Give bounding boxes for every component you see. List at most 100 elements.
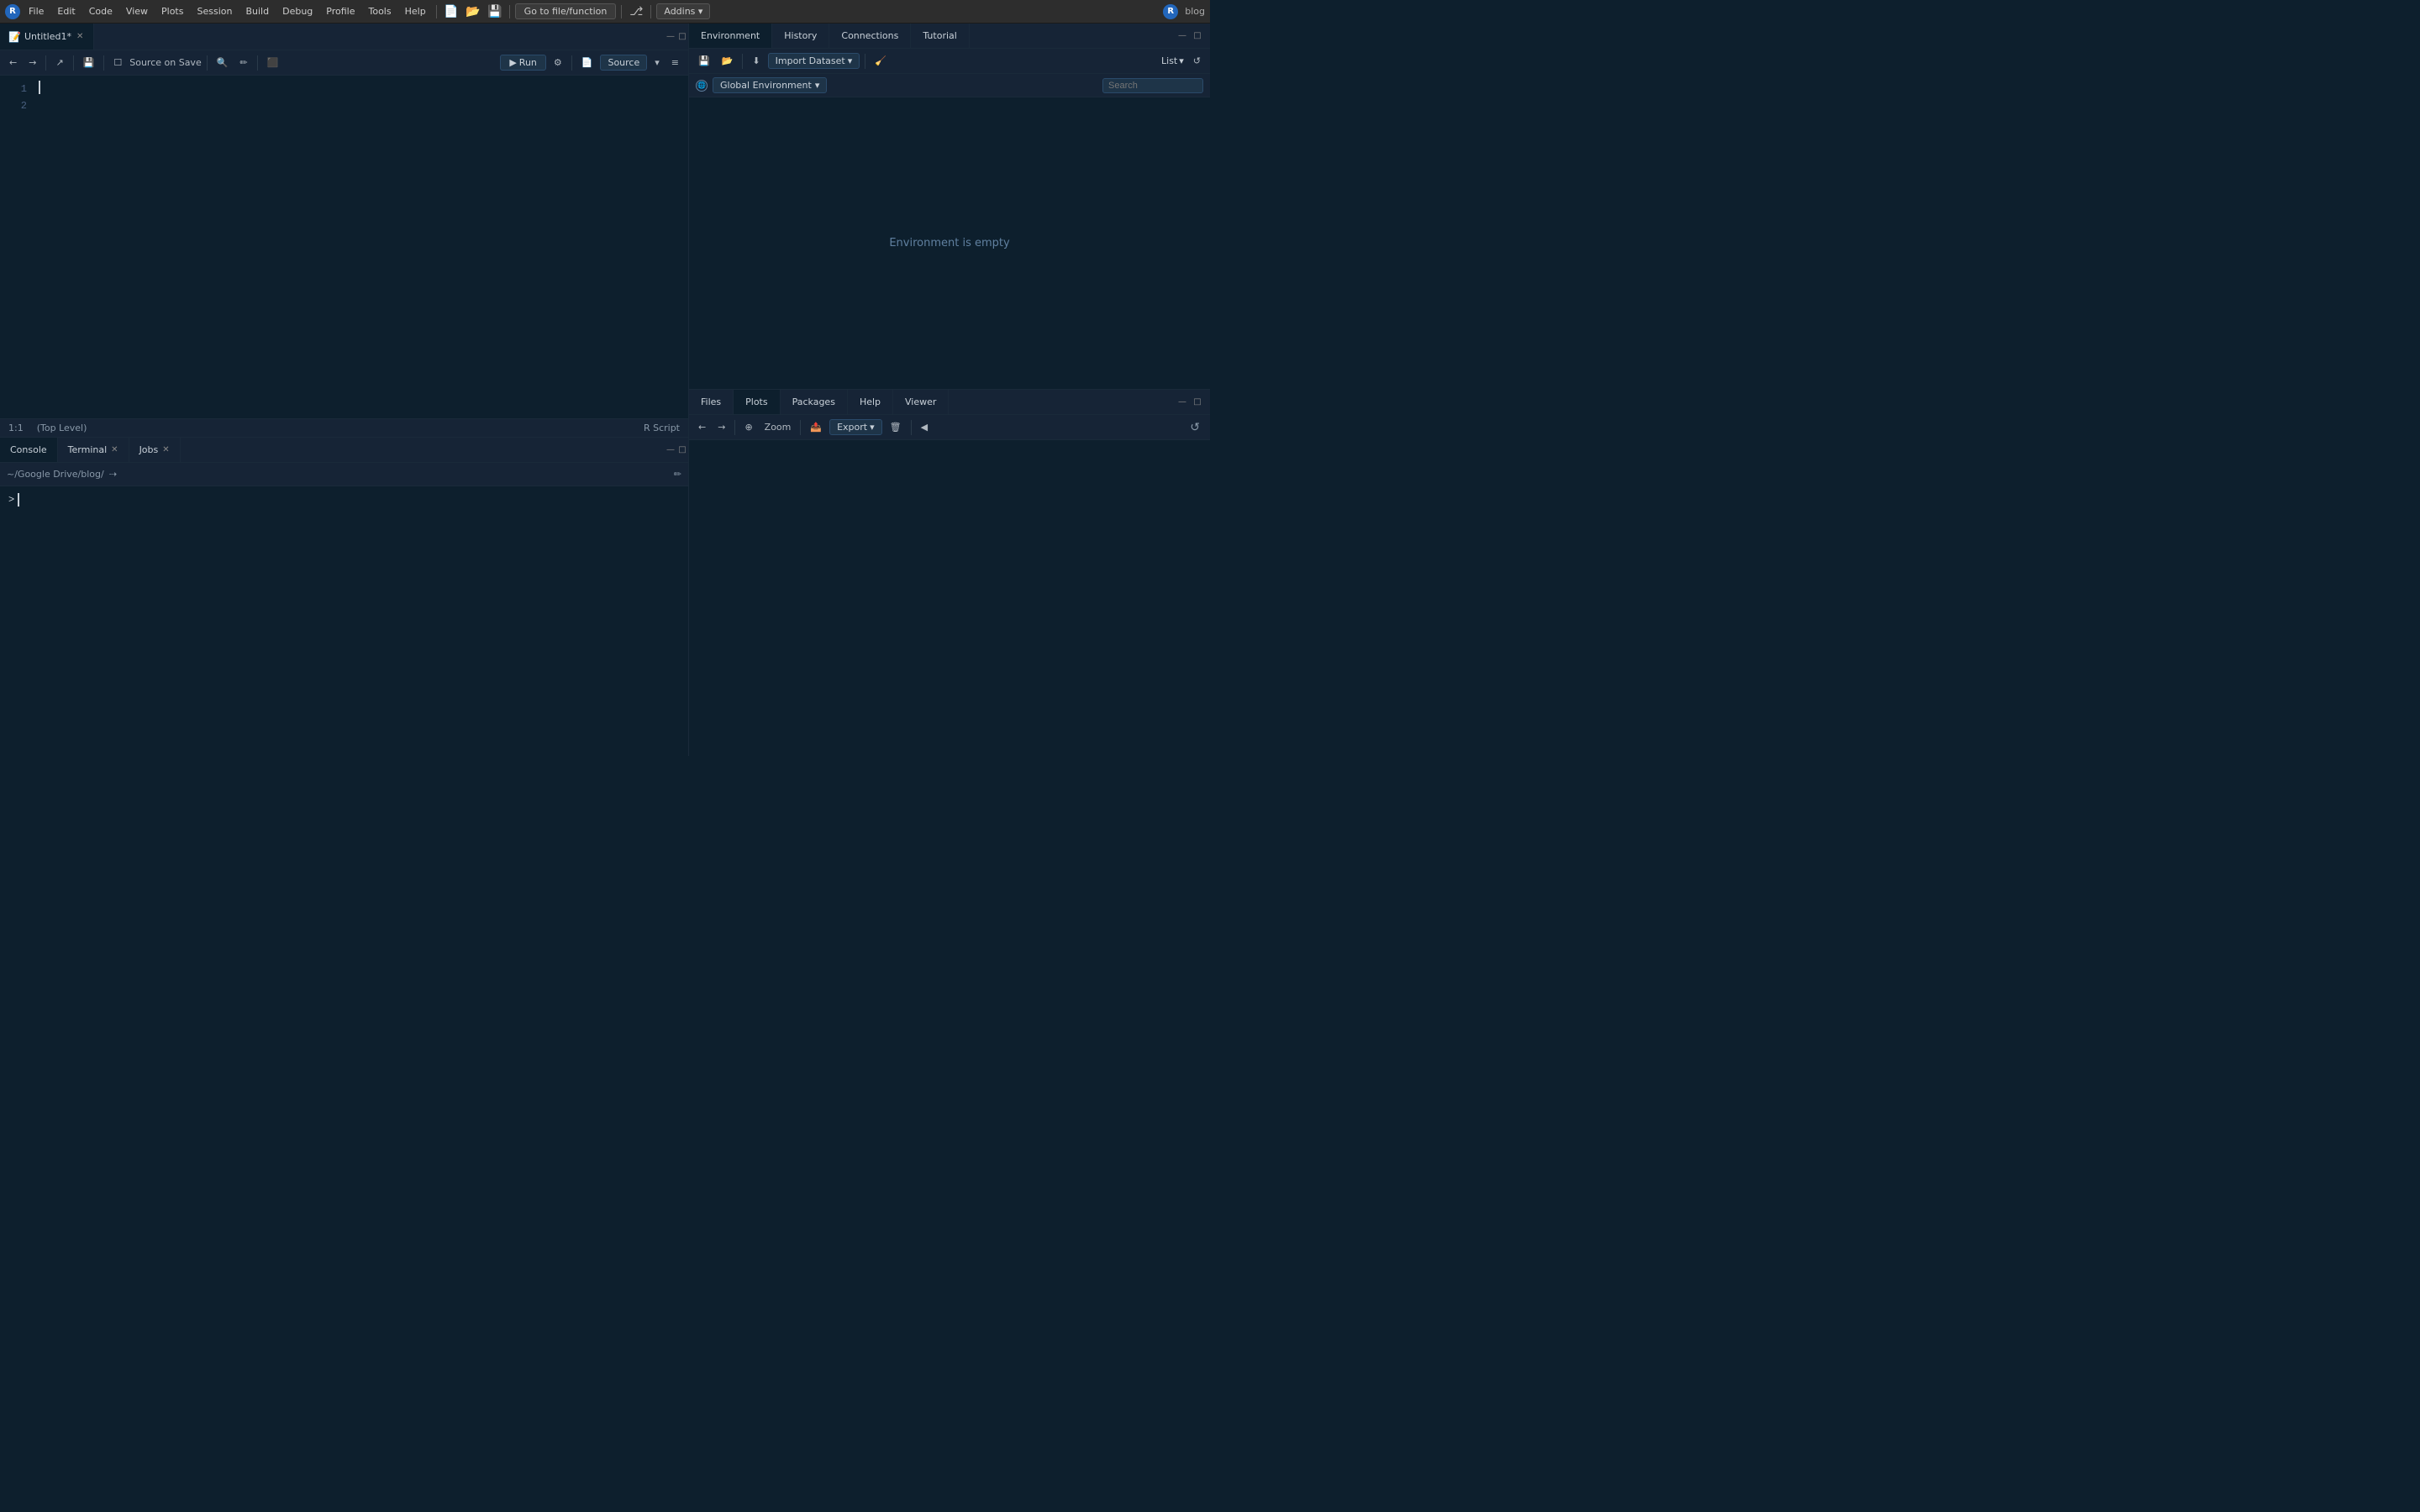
open-file-icon[interactable]: 📂: [464, 3, 482, 21]
stop-btn[interactable]: ⬛: [263, 55, 283, 70]
file-icon-btn[interactable]: 📄: [577, 55, 597, 70]
plots-tab-files[interactable]: Files: [689, 390, 734, 414]
menu-session[interactable]: Session: [192, 4, 237, 18]
zoom-icon: ⊕: [744, 422, 752, 433]
env-clear-btn[interactable]: 🧹: [871, 54, 891, 68]
source-label: Source: [608, 57, 639, 68]
zoom-label: Zoom: [765, 422, 792, 433]
source-button[interactable]: Source: [600, 55, 647, 71]
addins-button[interactable]: Addins ▾: [656, 3, 710, 19]
console-pane: Console Terminal ✕ Jobs ✕ — □ ~/Google D…: [0, 437, 688, 756]
plots-left-arrow[interactable]: ◀: [917, 420, 932, 434]
import-icon: ⬇: [752, 55, 760, 66]
zoom-icon-btn[interactable]: ⊕: [740, 420, 756, 434]
plots-forward-btn[interactable]: →: [713, 420, 729, 434]
menu-file[interactable]: File: [24, 4, 49, 18]
new-file-icon[interactable]: 📄: [442, 3, 460, 21]
more-btn[interactable]: ≡: [667, 55, 683, 70]
plots-tab-viewer[interactable]: Viewer: [893, 390, 949, 414]
env-import-icon[interactable]: ⬇: [748, 54, 764, 68]
plots-tab-help[interactable]: Help: [848, 390, 893, 414]
forward-btn[interactable]: →: [24, 55, 40, 70]
console-path-icon: ⇢: [109, 469, 117, 480]
menu-view[interactable]: View: [121, 4, 153, 18]
editor-tab-untitled1[interactable]: 📝 Untitled1* ✕: [0, 24, 94, 50]
tutorial-tab-label: Tutorial: [923, 30, 956, 41]
editor-text-area[interactable]: [34, 76, 688, 418]
editor-pane: 📝 Untitled1* ✕ — □ ← → ↗ 💾 ☐ Source on S…: [0, 24, 688, 437]
menu-edit[interactable]: Edit: [52, 4, 80, 18]
console-minimize-btn[interactable]: —: [665, 444, 676, 456]
menu-code[interactable]: Code: [84, 4, 118, 18]
line-number-2: 2: [0, 97, 27, 114]
global-env-label: Global Environment: [720, 80, 812, 91]
env-maximize-btn[interactable]: □: [1192, 30, 1203, 42]
menu-tools[interactable]: Tools: [363, 4, 396, 18]
toolbar-sep-1: [45, 55, 46, 71]
env-minimize-btn[interactable]: —: [1176, 30, 1188, 42]
env-tab-label: Environment: [701, 30, 760, 41]
menu-debug[interactable]: Debug: [277, 4, 318, 18]
go-to-button[interactable]: Go to file/function: [515, 3, 617, 19]
search-btn[interactable]: 🔍: [213, 55, 233, 70]
script-type: R Script: [644, 423, 680, 433]
env-tab-environment[interactable]: Environment: [689, 24, 772, 48]
blog-label: blog: [1185, 6, 1205, 17]
export-icon-btn[interactable]: 📤: [806, 420, 826, 434]
export-button[interactable]: Export ▾: [829, 419, 882, 435]
branch-icon[interactable]: ⎇: [627, 3, 645, 21]
edit-console-icon[interactable]: ✏: [674, 469, 681, 480]
env-tab-history[interactable]: History: [772, 24, 829, 48]
console-maximize-btn[interactable]: □: [676, 444, 688, 456]
terminal-close[interactable]: ✕: [111, 445, 118, 454]
run-button[interactable]: ▶ Run: [500, 55, 546, 71]
plots-tab-packages[interactable]: Packages: [781, 390, 848, 414]
editor-tab-close[interactable]: ✕: [75, 31, 85, 42]
env-save-btn[interactable]: 💾: [694, 54, 714, 68]
environment-pane: Environment History Connections Tutorial…: [689, 24, 1210, 390]
show-in-new-btn[interactable]: ↗: [51, 55, 67, 70]
run-options-btn[interactable]: ⚙: [550, 55, 566, 70]
editor-content[interactable]: 1 2: [0, 76, 688, 418]
global-env-button[interactable]: Global Environment ▾: [713, 77, 827, 93]
save-icon[interactable]: 💾: [486, 3, 504, 21]
plots-win-btns: — □: [1176, 396, 1210, 408]
console-tab-terminal[interactable]: Terminal ✕: [58, 438, 129, 462]
env-search-input[interactable]: [1102, 78, 1203, 93]
console-tab-label: Console: [10, 444, 47, 455]
menu-help[interactable]: Help: [400, 4, 431, 18]
plots-minimize-btn[interactable]: —: [1176, 396, 1188, 408]
plots-back-btn[interactable]: ←: [694, 420, 710, 434]
editor-maximize-btn[interactable]: □: [676, 31, 688, 43]
jobs-close[interactable]: ✕: [162, 445, 169, 454]
source-options-btn[interactable]: ▾: [650, 55, 664, 70]
left-panel: 📝 Untitled1* ✕ — □ ← → ↗ 💾 ☐ Source on S…: [0, 24, 689, 756]
env-tab-tutorial[interactable]: Tutorial: [911, 24, 969, 48]
list-dropdown[interactable]: List ▾: [1161, 55, 1184, 66]
save-btn[interactable]: 💾: [79, 55, 99, 70]
menu-build[interactable]: Build: [240, 4, 274, 18]
editor-minimize-btn[interactable]: —: [665, 31, 676, 43]
back-btn[interactable]: ←: [5, 55, 21, 70]
spell-btn[interactable]: ✏: [235, 55, 251, 70]
menu-profile[interactable]: Profile: [321, 4, 360, 18]
plots-refresh-btn[interactable]: ↺: [1185, 419, 1205, 436]
console-tab-console[interactable]: Console: [0, 438, 58, 462]
import-dataset-button[interactable]: Import Dataset ▾: [768, 53, 860, 69]
plots-delete-btn[interactable]: 🗑: [886, 420, 906, 434]
menu-sep-1: [436, 5, 437, 18]
console-prompt: >: [8, 491, 680, 508]
env-sub-toolbar: 🌐 Global Environment ▾: [689, 74, 1210, 97]
menu-plots[interactable]: Plots: [156, 4, 188, 18]
plots-maximize-btn[interactable]: □: [1192, 396, 1203, 408]
zoom-button[interactable]: Zoom: [760, 420, 796, 434]
files-tab-label: Files: [701, 396, 721, 407]
env-refresh-btn[interactable]: ↺: [1189, 54, 1205, 68]
console-tab-jobs[interactable]: Jobs ✕: [129, 438, 181, 462]
plots-tab-plots[interactable]: Plots: [734, 390, 780, 414]
plots-tab-bar: Files Plots Packages Help Viewer — □: [689, 390, 1210, 415]
source-on-save-check[interactable]: ☐: [109, 55, 126, 70]
env-tab-connections[interactable]: Connections: [829, 24, 911, 48]
console-content[interactable]: >: [0, 486, 688, 756]
env-open-btn[interactable]: 📂: [718, 54, 738, 68]
